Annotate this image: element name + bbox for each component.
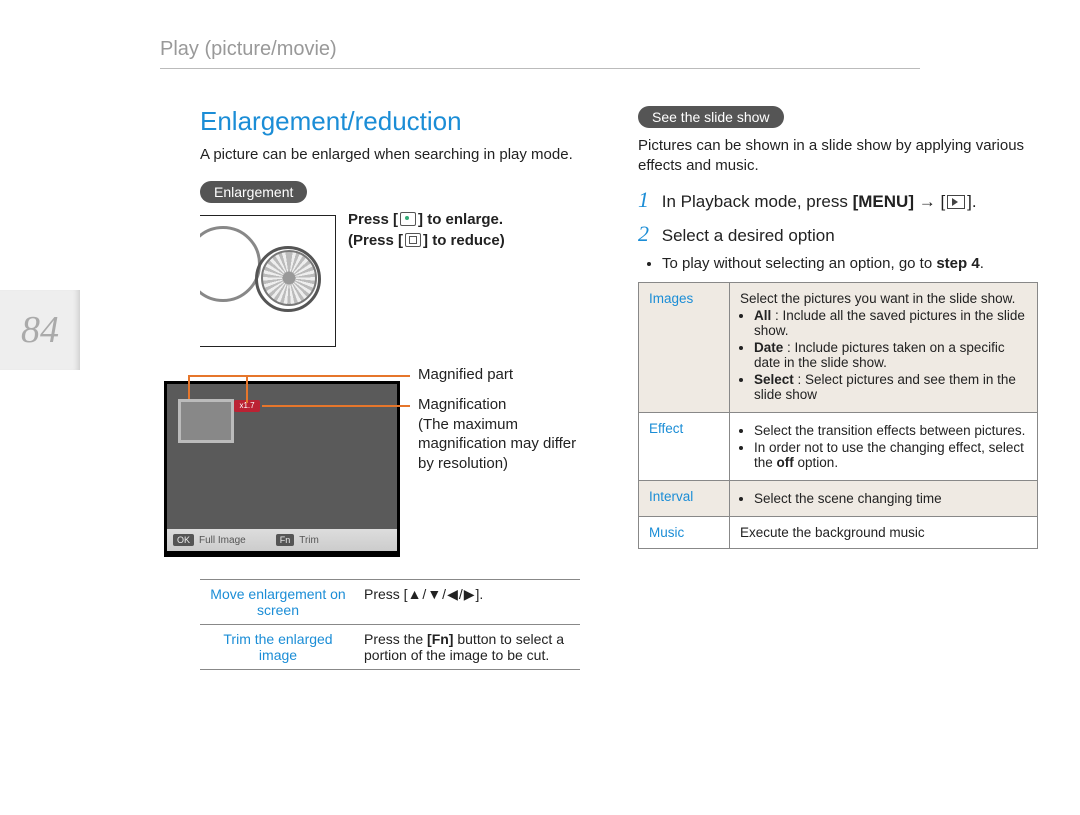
text-fragment: Select bbox=[754, 372, 794, 387]
text-fragment: Date bbox=[754, 340, 783, 355]
lcd-trim-label: Trim bbox=[299, 535, 319, 546]
callout-line-icon bbox=[188, 375, 410, 377]
fn-key-label: [Fn] bbox=[427, 631, 453, 647]
step4-label: step 4 bbox=[936, 255, 979, 272]
effect-option-label: Effect bbox=[639, 412, 730, 480]
interval-option-text: Select the scene changing time bbox=[730, 480, 1038, 516]
right-column: See the slide show Pictures can be shown… bbox=[638, 100, 1038, 549]
callout-magnified-part: Magnified part bbox=[418, 365, 513, 385]
table-row: Trim the enlarged image Press the [Fn] b… bbox=[200, 625, 580, 670]
slideshow-options-table: Images Select the pictures you want in t… bbox=[638, 282, 1038, 549]
play-icon bbox=[947, 195, 965, 209]
callout-line-icon bbox=[262, 405, 410, 407]
list-item: To play without selecting an option, go … bbox=[662, 255, 1038, 272]
step-2-notes: To play without selecting an option, go … bbox=[662, 255, 1038, 272]
text-fragment: . bbox=[980, 255, 984, 272]
fn-key-icon: Fn bbox=[276, 534, 295, 546]
slideshow-steps: 1 In Playback mode, press [MENU] → []. 2… bbox=[638, 187, 1038, 272]
camera-dial-icon bbox=[261, 250, 317, 306]
slideshow-pill: See the slide show bbox=[638, 106, 784, 128]
list-item: All : Include all the saved pictures in … bbox=[754, 308, 1027, 338]
text-fragment: : Include all the saved pictures in the … bbox=[754, 308, 1025, 338]
step-2: 2 Select a desired option bbox=[638, 221, 1038, 247]
text-fragment: ]. bbox=[967, 192, 976, 211]
section-title: Enlargement/reduction bbox=[200, 106, 580, 137]
press-reduce-suffix: ] to reduce) bbox=[423, 232, 505, 249]
camera-illustration bbox=[200, 215, 336, 347]
lcd-bottom-bar: OK Full Image Fn Trim bbox=[164, 529, 400, 554]
move-enlargement-label: Move enlargement on screen bbox=[200, 580, 356, 625]
text-fragment: : Select pictures and see them in the sl… bbox=[754, 372, 1016, 402]
page-number: 84 bbox=[21, 308, 59, 352]
list-item: Select the scene changing time bbox=[754, 491, 1027, 506]
list-item: Select the transition effects between pi… bbox=[754, 423, 1027, 438]
images-option-label: Images bbox=[639, 282, 730, 412]
text-fragment: off bbox=[777, 455, 794, 470]
intro-text: A picture can be enlarged when searching… bbox=[200, 145, 580, 165]
table-row: Move enlargement on screen Press [▲/▼/◀/… bbox=[200, 580, 580, 625]
press-reduce-prefix: (Press [ bbox=[348, 232, 403, 249]
move-enlargement-text: Press [▲/▼/◀/▶]. bbox=[356, 580, 580, 625]
effect-option-text: Select the transition effects between pi… bbox=[730, 412, 1038, 480]
menu-key-label: [MENU] bbox=[853, 192, 914, 211]
zoom-in-icon bbox=[400, 212, 416, 226]
text-fragment: Press [ bbox=[364, 586, 408, 602]
trim-image-text: Press the [Fn] button to select a portio… bbox=[356, 625, 580, 670]
slideshow-intro: Pictures can be shown in a slide show by… bbox=[638, 136, 1038, 177]
ok-key-icon: OK bbox=[173, 534, 194, 546]
text-fragment: In Playback mode, press bbox=[662, 192, 853, 211]
callout-line-icon bbox=[246, 375, 248, 403]
press-enlarge-suffix: ] to enlarge. bbox=[418, 211, 503, 228]
text-fragment: : Include pictures taken on a specific d… bbox=[754, 340, 1005, 370]
magnified-part-box bbox=[178, 399, 234, 443]
images-option-text: Select the pictures you want in the slid… bbox=[730, 282, 1038, 412]
callout-magnification: Magnification (The maximum magnification… bbox=[418, 395, 578, 473]
table-row: Images Select the pictures you want in t… bbox=[639, 282, 1038, 412]
interval-option-label: Interval bbox=[639, 480, 730, 516]
trim-image-label: Trim the enlarged image bbox=[200, 625, 356, 670]
text-fragment: option. bbox=[794, 455, 838, 470]
direction-arrows-icon: ▲/▼/◀/▶ bbox=[408, 586, 476, 602]
breadcrumb: Play (picture/movie) bbox=[160, 38, 337, 61]
enlargement-pill: Enlargement bbox=[200, 181, 307, 203]
step-number-icon: 2 bbox=[638, 221, 649, 246]
text-fragment: Press the bbox=[364, 631, 427, 647]
callout-line-icon bbox=[188, 375, 190, 399]
page-number-tab: 84 bbox=[0, 290, 80, 370]
header-divider bbox=[160, 68, 920, 69]
text-fragment: All bbox=[754, 308, 771, 323]
move-trim-table: Move enlargement on screen Press [▲/▼/◀/… bbox=[200, 579, 580, 670]
list-item: In order not to use the changing effect,… bbox=[754, 440, 1027, 470]
step-number-icon: 1 bbox=[638, 187, 649, 212]
text-fragment: To play without selecting an option, go … bbox=[662, 255, 936, 272]
zoom-out-icon bbox=[405, 233, 421, 247]
list-item: Date : Include pictures taken on a speci… bbox=[754, 340, 1027, 370]
table-row: Interval Select the scene changing time bbox=[639, 480, 1038, 516]
lcd-figure: x1.7 OK Full Image Fn Trim Magnified par… bbox=[200, 359, 580, 569]
step-1: 1 In Playback mode, press [MENU] → []. bbox=[638, 187, 1038, 213]
left-column: Enlargement/reduction A picture can be e… bbox=[200, 100, 580, 670]
table-row: Music Execute the background music bbox=[639, 516, 1038, 548]
text-fragment: Select a desired option bbox=[662, 226, 835, 245]
text-fragment: → [ bbox=[914, 192, 945, 211]
list-item: Select : Select pictures and see them in… bbox=[754, 372, 1027, 402]
lcd-full-image-label: Full Image bbox=[199, 535, 246, 546]
press-enlarge-prefix: Press [ bbox=[348, 211, 398, 228]
music-option-text: Execute the background music bbox=[730, 516, 1038, 548]
text-fragment: ]. bbox=[476, 586, 484, 602]
music-option-label: Music bbox=[639, 516, 730, 548]
text-fragment: Select the pictures you want in the slid… bbox=[740, 291, 1015, 306]
table-row: Effect Select the transition effects bet… bbox=[639, 412, 1038, 480]
